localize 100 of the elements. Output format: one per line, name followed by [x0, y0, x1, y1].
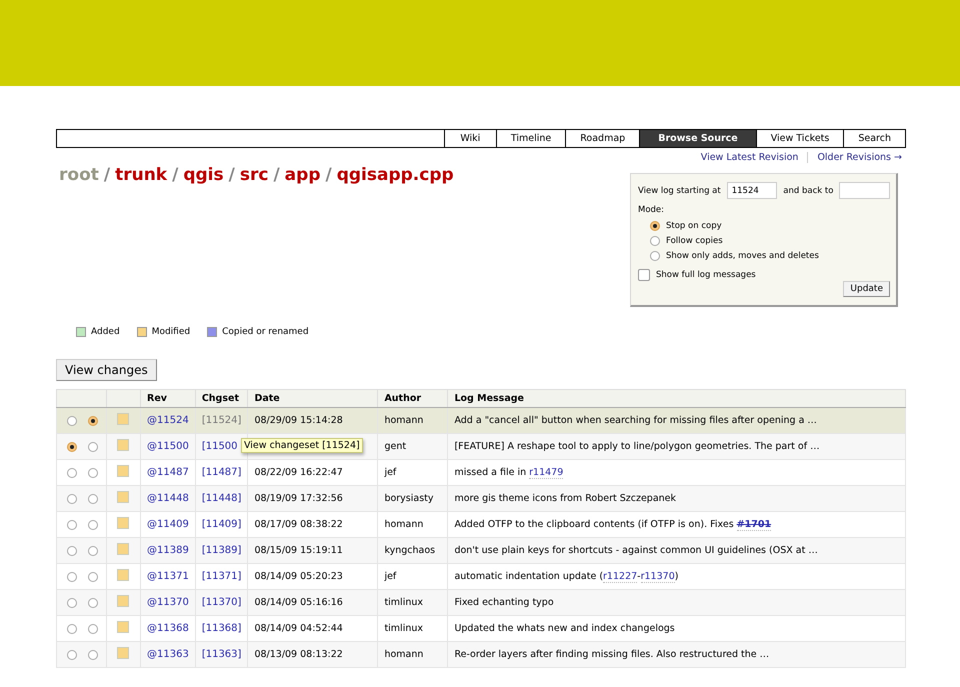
log-message: Add a "cancel all" button when searching for missing files after opening a … — [454, 415, 817, 426]
log-row[interactable]: @11409 [11409] 08/17/09 08:38:22 homann Added OTFP to the clipboard contents (if OTFP is on). Fixes #1701 — [56, 512, 906, 538]
full-log-checkbox[interactable] — [638, 269, 650, 281]
log-message: missed a file in r11479 — [454, 467, 564, 479]
form-label: Mode: — [638, 205, 664, 215]
diff-radio[interactable] — [88, 598, 98, 608]
author-cell: homann — [384, 519, 424, 530]
diff-radio[interactable] — [88, 468, 98, 478]
column-header: Chgset — [195, 390, 248, 408]
author-cell: timlinux — [384, 623, 423, 634]
diff-radio[interactable] — [88, 442, 98, 452]
column-header: Rev — [140, 390, 196, 408]
revision-link[interactable]: r11370 — [640, 571, 675, 583]
author-cell: timlinux — [384, 597, 423, 608]
diff-radio[interactable] — [88, 572, 98, 582]
diff-radio[interactable] — [88, 546, 98, 556]
path-link[interactable]: src — [240, 165, 268, 307]
tooltip: View changeset [11524] — [241, 438, 363, 453]
path-link[interactable]: qgisapp.cpp — [336, 165, 454, 307]
diff-radio[interactable] — [67, 650, 77, 660]
author-cell: homann — [384, 415, 424, 426]
context-link[interactable]: Older Revisions → — [807, 152, 906, 163]
log-message: [FEATURE] A reshape tool to apply to line/polygon geometries. The part of … — [454, 441, 820, 452]
diff-radio[interactable] — [88, 520, 98, 530]
log-message: Updated the whats new and index changelogs — [454, 623, 675, 634]
radio-label: Show only adds, moves and deletes — [666, 251, 819, 261]
log-message: Re-order layers after finding missing files. Also restructured the … — [454, 649, 770, 660]
author-cell: jef — [384, 467, 396, 478]
path-separator: / — [104, 165, 110, 187]
diff-radio[interactable] — [67, 598, 77, 608]
form-label: View log starting at — [638, 186, 721, 196]
date-cell: 08/13/09 08:13:22 — [254, 649, 343, 660]
column-header: Author — [378, 390, 448, 408]
radio-label: Follow copies — [666, 236, 723, 246]
date-cell: 08/14/09 05:16:16 — [254, 597, 343, 608]
date-cell: 08/29/09 15:14:28 — [254, 415, 343, 426]
header-cell — [56, 390, 106, 408]
log-message: Fixed echanting typo — [454, 597, 554, 608]
context-link[interactable]: View Latest Revision — [692, 152, 808, 163]
path-link[interactable]: qgis — [183, 165, 224, 307]
revision-link[interactable]: r11479 — [529, 467, 564, 479]
diff-radio[interactable] — [67, 416, 77, 426]
log-row[interactable]: @11370 [11370] 08/14/09 05:16:16 timlinux Fixed echanting typo — [56, 590, 906, 616]
path-separator: / — [325, 165, 332, 187]
log-row[interactable]: @11448 [11448] 08/19/09 17:32:56 borysiasty more gis theme icons from Robert Szczepanek — [56, 486, 906, 512]
path-link[interactable]: app — [284, 165, 320, 307]
ticket-link[interactable]: #1701 — [736, 519, 772, 531]
legend-label: Modified — [152, 327, 190, 337]
diff-radio[interactable] — [67, 468, 77, 478]
date-cell: 08/14/09 05:20:23 — [254, 571, 343, 582]
diff-radio[interactable] — [67, 546, 77, 556]
log-row[interactable]: @11389 [11389] 08/15/09 15:19:11 kyngchaos don't use plain keys for shortcuts - against common UI guidelines (OSX at … — [56, 538, 906, 564]
diff-radio[interactable] — [88, 416, 98, 426]
author-cell: jef — [384, 571, 396, 582]
date-cell: 08/17/09 08:38:22 — [254, 519, 343, 530]
nav-tab[interactable]: Browse Source — [639, 130, 756, 147]
legend-label: Copied or renamed — [222, 327, 309, 337]
mode-radio[interactable] — [650, 236, 660, 246]
path-separator: / — [228, 165, 235, 187]
date-cell: 08/14/09 04:52:44 — [254, 623, 343, 634]
update-button[interactable]: Update — [843, 281, 890, 297]
date-cell: 08/15/09 15:19:11 — [254, 545, 343, 556]
nav-tab[interactable]: Timeline — [496, 130, 566, 147]
legend-label: Added — [91, 327, 120, 337]
diff-radio[interactable] — [67, 520, 77, 530]
view-changes-button[interactable]: View changes — [56, 359, 157, 381]
log-message: Added OTFP to the clipboard contents (if OTFP is on). Fixes #1701 — [454, 519, 772, 531]
author-cell: kyngchaos — [384, 545, 436, 556]
diff-radio[interactable] — [67, 624, 77, 634]
column-header: Date — [248, 390, 378, 408]
author-cell: borysiasty — [384, 493, 434, 504]
checkbox-label: Show full log messages — [656, 270, 756, 280]
diff-radio[interactable] — [88, 624, 98, 634]
path-link[interactable]: trunk — [115, 165, 168, 307]
header-cell — [106, 390, 140, 408]
radio-label: Stop on copy — [666, 221, 722, 231]
diff-radio[interactable] — [88, 650, 98, 660]
log-row[interactable]: @11487 [11487] 08/22/09 16:22:47 jef missed a file in r11479 — [56, 460, 906, 486]
date-cell: 08/22/09 16:22:47 — [254, 467, 343, 478]
author-cell: homann — [384, 649, 424, 660]
log-message: don't use plain keys for shortcuts - against common UI guidelines (OSX at … — [454, 545, 818, 556]
date-cell: 08/19/09 17:32:56 — [254, 493, 343, 504]
mode-radio[interactable] — [650, 251, 660, 261]
diff-radio[interactable] — [67, 572, 77, 582]
log-row[interactable]: @11371 [11371] 08/14/09 05:20:23 jef automatic indentation update (r11227-r11370) — [56, 564, 906, 590]
path-separator: / — [172, 165, 178, 187]
log-row[interactable]: @11524 [11524] 08/29/09 15:14:28 homann Add a "cancel all" button when searching for missing files after opening a … — [56, 408, 906, 434]
mode-radio[interactable] — [650, 221, 660, 231]
form-label: and back to — [783, 186, 834, 196]
diff-radio[interactable] — [67, 442, 77, 452]
revision-link[interactable]: r11227 — [603, 571, 638, 583]
log-row[interactable]: @11368 [11368] 08/14/09 04:52:44 timlinux Updated the whats new and index changelogs — [56, 616, 906, 642]
log-message: more gis theme icons from Robert Szczepanek — [454, 493, 676, 504]
nav-tab[interactable]: View Tickets — [756, 130, 844, 147]
diff-radio[interactable] — [67, 494, 77, 504]
log-row[interactable]: @11363 [11363] 08/13/09 08:13:22 homann Re-order layers after finding missing files. Also restructured the … — [56, 642, 906, 668]
path-separator: / — [273, 165, 280, 187]
start-revision-field[interactable]: 11524 — [726, 182, 778, 199]
diff-radio[interactable] — [88, 494, 98, 504]
stop-revision-field[interactable] — [839, 182, 890, 199]
